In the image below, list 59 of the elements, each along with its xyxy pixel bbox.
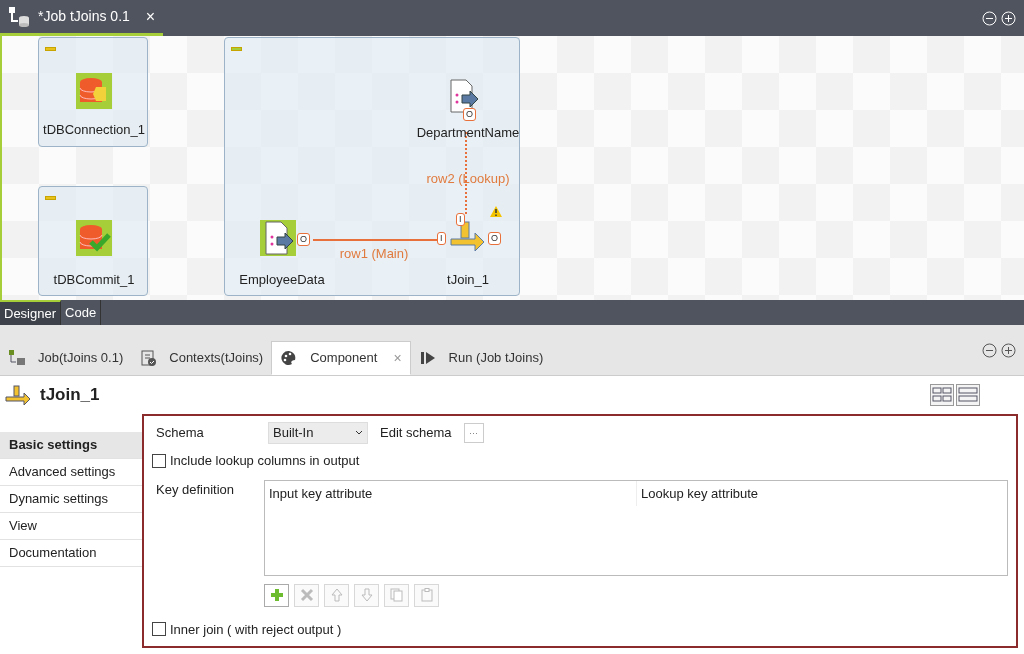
job-icon: [8, 349, 26, 367]
plus-icon: [268, 587, 285, 603]
link-label: row1 (Main): [339, 245, 409, 263]
minimize-icon[interactable]: [982, 342, 997, 358]
collapse-icon[interactable]: [45, 47, 56, 51]
job-icon: [8, 5, 30, 28]
panel-tab[interactable]: Run (Job tJoins): [410, 341, 552, 375]
schema-dropdown[interactable]: Built-In: [268, 422, 368, 444]
tab-label: Run (Job tJoins): [448, 349, 544, 368]
component-label: tDBConnection_1: [43, 121, 145, 139]
database-check-icon[interactable]: [76, 220, 112, 256]
component-label: EmployeeData: [239, 271, 325, 289]
view-tab[interactable]: Designer: [0, 300, 62, 325]
tab-label: Contexts(tJoins): [169, 349, 264, 368]
port-marker[interactable]: O: [488, 232, 501, 245]
port-marker[interactable]: I: [437, 232, 446, 245]
component-title: tJoin_1: [40, 384, 100, 407]
sidebar-item[interactable]: Basic settings: [0, 432, 142, 459]
port-marker[interactable]: O: [297, 233, 310, 246]
layout-rows-icon[interactable]: [956, 384, 980, 406]
tab-label: Component: [310, 349, 378, 368]
tab-title: *Job tJoins 0.1: [38, 7, 130, 26]
component-label: tJoin_1: [447, 271, 489, 289]
port-marker[interactable]: I: [456, 213, 465, 226]
collapse-icon[interactable]: [231, 47, 242, 51]
join-icon: [4, 384, 32, 406]
checkbox[interactable]: [152, 622, 166, 637]
database-icon[interactable]: [76, 73, 112, 109]
checkbox[interactable]: [152, 453, 166, 468]
tab-label: Job(tJoins 0.1): [38, 349, 124, 368]
play-icon: [418, 349, 437, 367]
field-label: Edit schema: [380, 424, 452, 443]
panel-tab[interactable]: Contexts(tJoins): [131, 341, 272, 375]
clipboard-check-icon: [139, 349, 158, 367]
clipboard-icon: [418, 587, 435, 603]
column-header: Lookup key attribute: [636, 480, 1007, 506]
field-label: Key definition: [155, 480, 236, 499]
link-label: row2 (Lookup): [426, 170, 510, 188]
field-label: Schema: [155, 424, 205, 443]
column-header: Input key attribute: [268, 484, 374, 503]
panel-tab[interactable]: Component ×: [271, 341, 411, 375]
edit-schema-button[interactable]: ···: [463, 423, 484, 443]
panel-tab[interactable]: Job(tJoins 0.1): [0, 341, 132, 375]
checkbox-label: Include lookup columns in output: [170, 452, 360, 470]
port-marker[interactable]: O: [463, 108, 476, 121]
add-button[interactable]: [264, 583, 289, 607]
x-icon: [298, 587, 315, 603]
collapse-icon[interactable]: [45, 196, 56, 200]
file-icon[interactable]: [260, 220, 296, 256]
checkbox-label: Inner join ( with reject output ): [170, 620, 342, 639]
copy-icon: [388, 587, 405, 603]
close-icon[interactable]: ×: [145, 4, 156, 29]
arrow-up-icon: [328, 587, 345, 603]
maximize-icon[interactable]: [1001, 342, 1016, 358]
component-label: DepartmentName: [416, 124, 520, 142]
layout-grid-icon[interactable]: [930, 384, 954, 406]
chevron-down-icon: [355, 430, 363, 436]
arrow-down-icon: [358, 587, 375, 603]
component-label: tDBCommit_1: [53, 271, 135, 289]
